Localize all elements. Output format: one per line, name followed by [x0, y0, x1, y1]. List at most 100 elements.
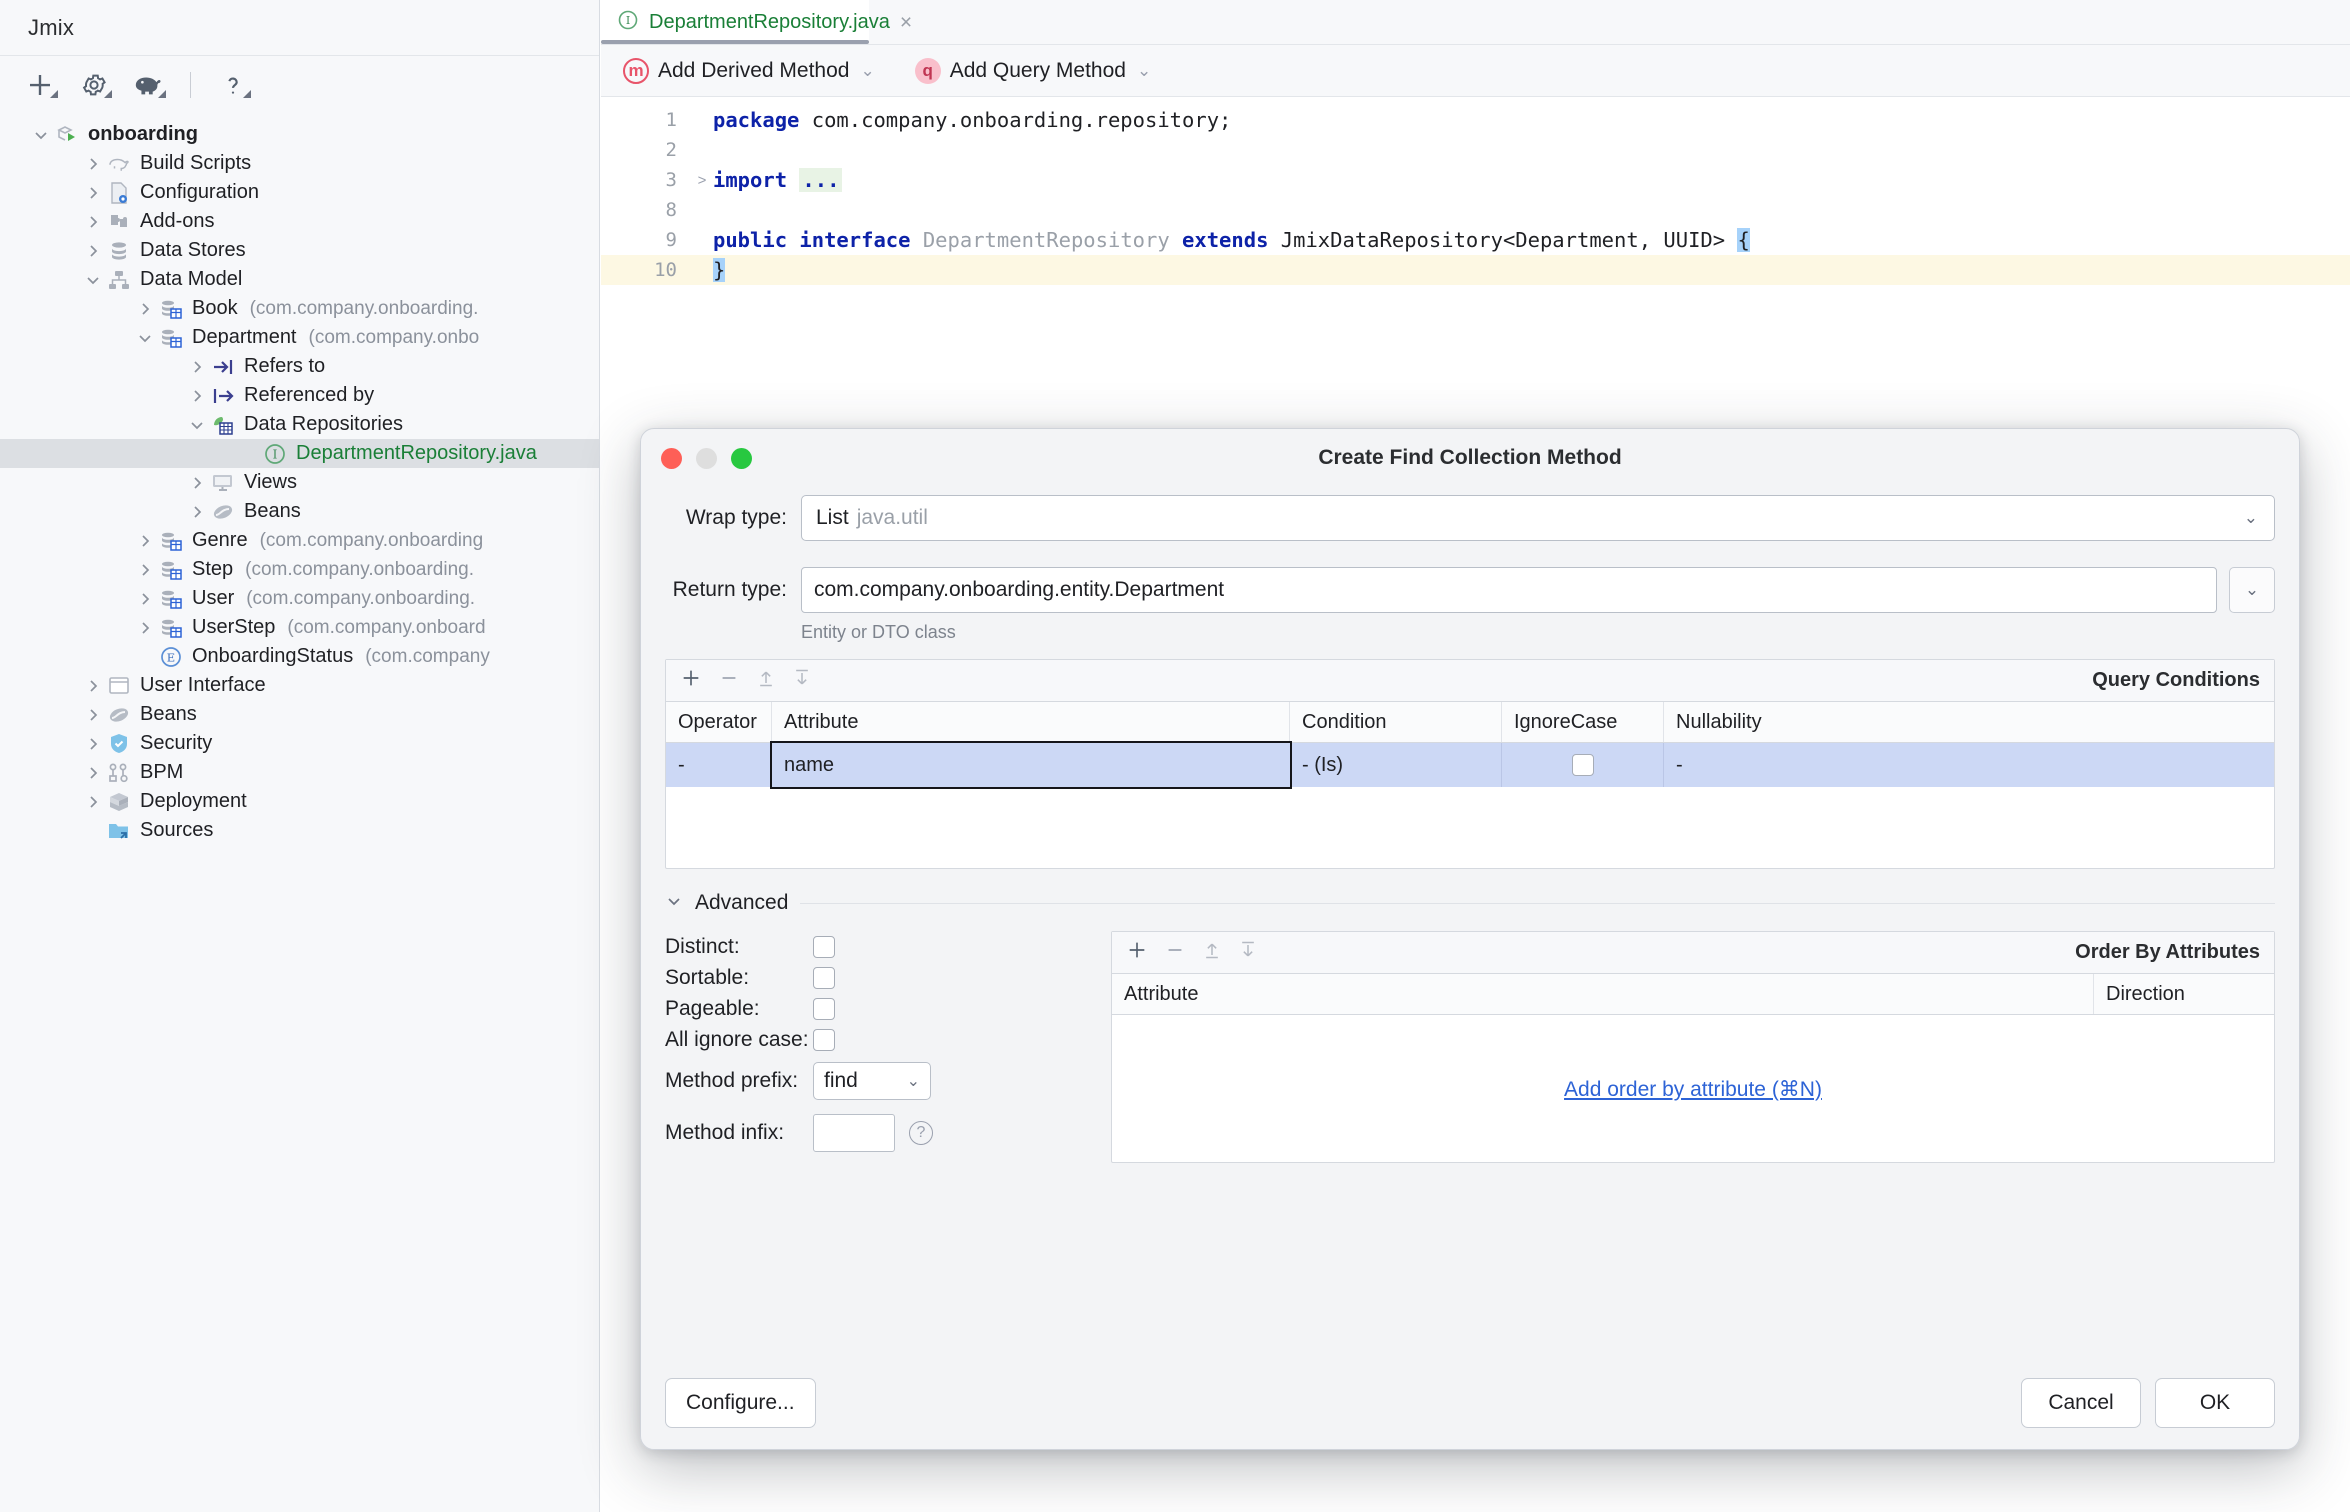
tree-chevron-right-icon[interactable] — [134, 617, 156, 639]
tree-item-data-stores[interactable]: Data Stores — [0, 236, 599, 265]
tree-chevron-right-icon[interactable] — [82, 762, 104, 784]
add-derived-method-button[interactable]: m Add Derived Method ⌄ — [623, 58, 875, 84]
tree-chevron-right-icon[interactable] — [134, 559, 156, 581]
move-up-icon[interactable] — [1202, 939, 1222, 966]
tree-chevron-right-icon[interactable] — [134, 588, 156, 610]
tree-item-build-scripts[interactable]: Build Scripts — [0, 149, 599, 178]
tree-item-beans[interactable]: Beans — [0, 700, 599, 729]
tree-chevron-right-icon[interactable] — [82, 791, 104, 813]
cell-ignorecase[interactable] — [1502, 743, 1664, 787]
tree-chevron-right-icon[interactable] — [82, 704, 104, 726]
attribute-cell-editor[interactable]: name — [772, 743, 1290, 787]
add-order-by-icon[interactable] — [1126, 939, 1148, 966]
wrap-type-select[interactable]: List java.util ⌄ — [801, 495, 2275, 541]
tree-item-referenced-by[interactable]: Referenced by — [0, 381, 599, 410]
cell-condition[interactable]: - (Is) — [1290, 743, 1502, 787]
advanced-section-header[interactable]: Advanced — [665, 891, 2275, 915]
sortable-checkbox[interactable] — [813, 967, 835, 989]
tree-item-data-model[interactable]: Data Model — [0, 265, 599, 294]
minimize-window-icon[interactable] — [696, 448, 717, 469]
tree-item-departmentrepository-java[interactable]: IDepartmentRepository.java — [0, 439, 599, 468]
tree-item-userstep[interactable]: UserStep(com.company.onboard — [0, 613, 599, 642]
tree-item-department[interactable]: Department(com.company.onbo — [0, 323, 599, 352]
tree-chevron-right-icon[interactable] — [82, 240, 104, 262]
add-condition-icon[interactable] — [680, 667, 702, 694]
tree-item-step[interactable]: Step(com.company.onboarding. — [0, 555, 599, 584]
tree-chevron-right-icon[interactable] — [186, 472, 208, 494]
tree-item-data-repositories[interactable]: Data Repositories — [0, 410, 599, 439]
tree-item-add-ons[interactable]: Add-ons — [0, 207, 599, 236]
return-type-browse-button[interactable]: ⌄ — [2229, 567, 2275, 613]
move-up-icon[interactable] — [756, 667, 776, 694]
tree-chevron-right-icon[interactable] — [82, 211, 104, 233]
table-row[interactable]: - name - (Is) - — [666, 743, 2274, 787]
add-order-by-attribute-link[interactable]: Add order by attribute (⌘N) — [1564, 1077, 1822, 1102]
tree-item-configuration[interactable]: Configuration — [0, 178, 599, 207]
tree-chevron-right-icon[interactable] — [82, 153, 104, 175]
tree-chevron-right-icon[interactable] — [186, 356, 208, 378]
tree-chevron-placeholder — [82, 820, 104, 842]
return-type-input[interactable]: com.company.onboarding.entity.Department — [801, 567, 2217, 613]
tree-item-deployment[interactable]: Deployment — [0, 787, 599, 816]
ok-button[interactable]: OK — [2155, 1378, 2275, 1428]
ignorecase-checkbox[interactable] — [1572, 754, 1594, 776]
tree-item-onboardingstatus[interactable]: EOnboardingStatus(com.company — [0, 642, 599, 671]
maximize-window-icon[interactable] — [731, 448, 752, 469]
configure-button[interactable]: Configure... — [665, 1378, 816, 1428]
cell-nullability[interactable]: - — [1664, 743, 2274, 787]
move-down-icon[interactable] — [792, 667, 812, 694]
tree-item-bpm[interactable]: BPM — [0, 758, 599, 787]
editor-tab-department-repository[interactable]: I DepartmentRepository.java × — [601, 0, 869, 44]
add-query-method-button[interactable]: q Add Query Method ⌄ — [915, 58, 1152, 84]
gradle-elephant-icon[interactable] — [124, 64, 172, 106]
remove-condition-icon[interactable] — [718, 667, 740, 694]
tree-chevron-down-icon[interactable] — [82, 269, 104, 291]
tree-chevron-right-icon[interactable] — [186, 501, 208, 523]
tree-item-onboarding[interactable]: onboarding — [0, 120, 599, 149]
folded-imports[interactable]: ... — [799, 168, 842, 192]
fold-marker[interactable]: > — [691, 172, 713, 189]
tree-item-label: Configuration — [140, 181, 259, 204]
chevron-down-icon[interactable]: ⌄ — [860, 61, 874, 81]
tree-item-label: BPM — [140, 761, 183, 784]
distinct-checkbox[interactable] — [813, 936, 835, 958]
cell-attribute[interactable]: name — [772, 743, 1290, 787]
tree-chevron-right-icon[interactable] — [82, 733, 104, 755]
tree-chevron-right-icon[interactable] — [134, 530, 156, 552]
chevron-down-icon[interactable]: ⌄ — [1137, 61, 1151, 81]
tree-item-book[interactable]: Book(com.company.onboarding. — [0, 294, 599, 323]
close-icon[interactable]: × — [900, 12, 912, 33]
tree-chevron-right-icon[interactable] — [134, 298, 156, 320]
tree-item-security[interactable]: Security — [0, 729, 599, 758]
tree-chevron-down-icon[interactable] — [134, 327, 156, 349]
method-infix-input[interactable] — [813, 1114, 895, 1152]
close-window-icon[interactable] — [661, 448, 682, 469]
cancel-button[interactable]: Cancel — [2021, 1378, 2141, 1428]
tree-chevron-right-icon[interactable] — [82, 182, 104, 204]
add-icon[interactable] — [16, 64, 64, 106]
chevron-down-icon[interactable]: ⌄ — [2244, 508, 2258, 528]
method-prefix-select[interactable]: find ⌄ — [813, 1062, 931, 1100]
tree-item-beans[interactable]: Beans — [0, 497, 599, 526]
remove-order-by-icon[interactable] — [1164, 939, 1186, 966]
tree-chevron-right-icon[interactable] — [82, 675, 104, 697]
tree-item-sources[interactable]: Sources — [0, 816, 599, 845]
pageable-checkbox[interactable] — [813, 998, 835, 1020]
cell-operator[interactable]: - — [666, 743, 772, 787]
help-question-icon[interactable] — [209, 64, 257, 106]
tree-item-views[interactable]: Views — [0, 468, 599, 497]
tree-chevron-down-icon[interactable] — [186, 414, 208, 436]
gear-icon[interactable] — [70, 64, 118, 106]
help-dropdown-triangle — [243, 90, 251, 98]
tree-item-genre[interactable]: Genre(com.company.onboarding — [0, 526, 599, 555]
tree-item-user-interface[interactable]: User Interface — [0, 671, 599, 700]
chevron-down-icon[interactable] — [665, 892, 683, 915]
all-ignore-case-checkbox[interactable] — [813, 1029, 835, 1051]
help-question-icon[interactable]: ? — [909, 1121, 933, 1145]
tree-chevron-right-icon[interactable] — [186, 385, 208, 407]
tree-item-refers-to[interactable]: Refers to — [0, 352, 599, 381]
tree-chevron-down-icon[interactable] — [30, 124, 52, 146]
move-down-icon[interactable] — [1238, 939, 1258, 966]
chevron-down-icon[interactable]: ⌄ — [907, 1071, 920, 1091]
tree-item-user[interactable]: User(com.company.onboarding. — [0, 584, 599, 613]
